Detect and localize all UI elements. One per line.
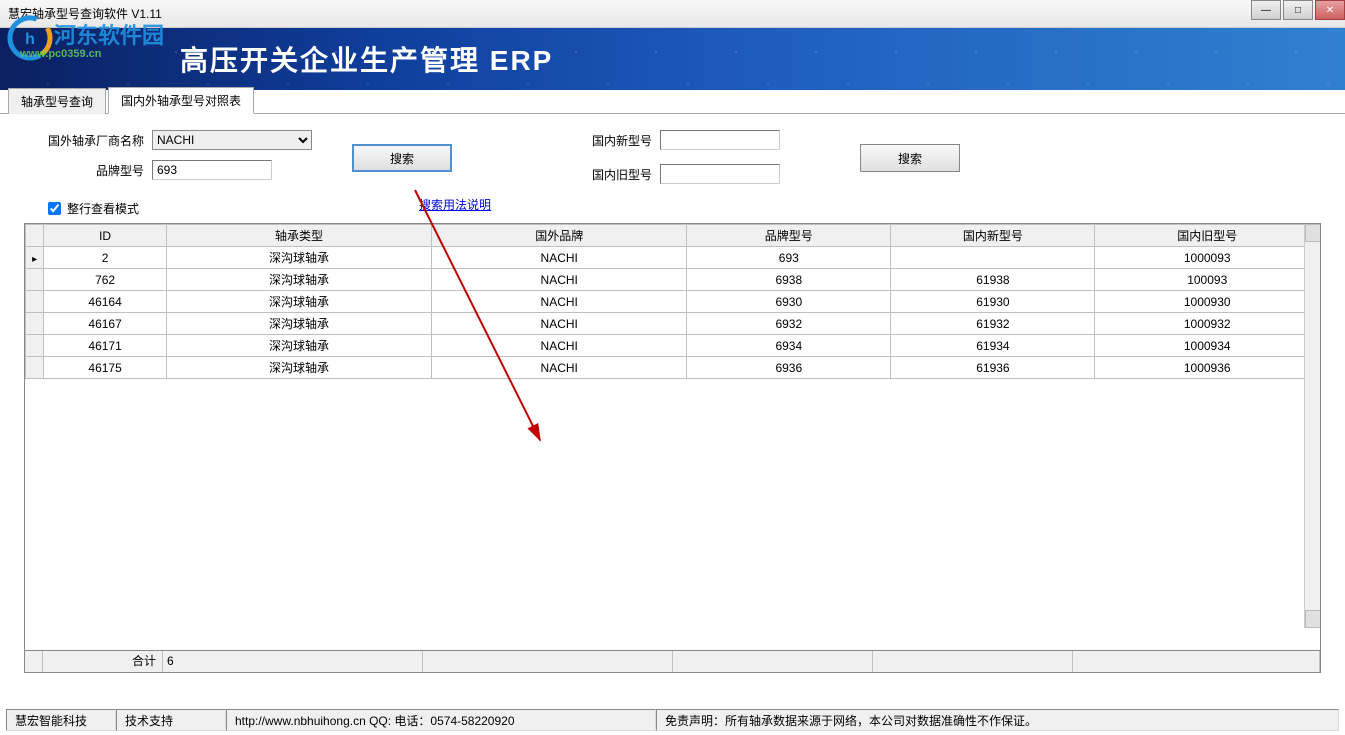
cell-type[interactable]: 深沟球轴承 <box>166 269 431 291</box>
row-indicator <box>26 313 44 335</box>
col-type[interactable]: 轴承类型 <box>166 225 431 247</box>
cell-new[interactable]: 61934 <box>891 335 1095 357</box>
table-row[interactable]: 46171 深沟球轴承 NACHI 6934 61934 1000934 <box>26 335 1320 357</box>
cell-new[interactable]: 61938 <box>891 269 1095 291</box>
cell-model[interactable]: 6930 <box>687 291 891 313</box>
search-form: 国外轴承厂商名称 NACHI 品牌型号 搜索 国内新型号 国内旧型号 <box>24 130 1321 184</box>
cell-model[interactable]: 6934 <box>687 335 891 357</box>
col-model[interactable]: 品牌型号 <box>687 225 891 247</box>
banner: 高压开关企业生产管理 ERP <box>0 28 1345 90</box>
search-button-right[interactable]: 搜索 <box>860 144 960 172</box>
content-area: 国外轴承厂商名称 NACHI 品牌型号 搜索 国内新型号 国内旧型号 <box>0 114 1345 673</box>
cell-brand[interactable]: NACHI <box>432 247 687 269</box>
cell-model[interactable]: 693 <box>687 247 891 269</box>
search-button-left[interactable]: 搜索 <box>352 144 452 172</box>
table-row[interactable]: 46167 深沟球轴承 NACHI 6932 61932 1000932 <box>26 313 1320 335</box>
svg-text:h: h <box>25 31 35 48</box>
maximize-button[interactable]: □ <box>1283 0 1313 20</box>
footer-count: 6 <box>163 651 423 672</box>
cell-brand[interactable]: NACHI <box>432 269 687 291</box>
close-button[interactable]: ✕ <box>1315 0 1345 20</box>
brand-model-label: 品牌型号 <box>24 162 144 179</box>
status-company: 慧宏智能科技 <box>6 709 116 731</box>
table-row[interactable]: 2 深沟球轴承 NACHI 693 1000093 <box>26 247 1320 269</box>
cell-brand[interactable]: NACHI <box>432 313 687 335</box>
data-table[interactable]: ID 轴承类型 国外品牌 品牌型号 国内新型号 国内旧型号 2 深沟球轴承 NA… <box>25 224 1320 379</box>
status-support[interactable]: 技术支持 <box>116 709 226 731</box>
banner-title: 高压开关企业生产管理 ERP <box>180 39 553 79</box>
col-new[interactable]: 国内新型号 <box>891 225 1095 247</box>
cell-new[interactable]: 61930 <box>891 291 1095 313</box>
col-id[interactable]: ID <box>44 225 166 247</box>
table-row[interactable]: 46164 深沟球轴承 NACHI 6930 61930 1000930 <box>26 291 1320 313</box>
cell-id[interactable]: 762 <box>44 269 166 291</box>
cell-id[interactable]: 46175 <box>44 357 166 379</box>
cell-id[interactable]: 2 <box>44 247 166 269</box>
watermark-logo-icon: h <box>6 14 54 62</box>
cell-model[interactable]: 6932 <box>687 313 891 335</box>
status-disclaimer: 免责声明：所有轴承数据来源于网络，本公司对数据准确性不作保证。 <box>656 709 1339 731</box>
domestic-new-input[interactable] <box>660 130 780 150</box>
cell-brand[interactable]: NACHI <box>432 291 687 313</box>
window-controls: — □ ✕ <box>1249 0 1345 20</box>
domestic-old-input[interactable] <box>660 164 780 184</box>
domestic-old-label: 国内旧型号 <box>572 166 652 183</box>
cell-new[interactable]: 61936 <box>891 357 1095 379</box>
manufacturer-select[interactable]: NACHI <box>152 130 312 150</box>
tab-comparison-table[interactable]: 国内外轴承型号对照表 <box>108 87 254 114</box>
cell-type[interactable]: 深沟球轴承 <box>166 247 431 269</box>
cell-old[interactable]: 1000932 <box>1095 313 1320 335</box>
col-old[interactable]: 国内旧型号 <box>1095 225 1320 247</box>
cell-brand[interactable]: NACHI <box>432 335 687 357</box>
search-help-link[interactable]: 搜索用法说明 <box>419 196 491 213</box>
row-header-corner <box>26 225 44 247</box>
col-brand[interactable]: 国外品牌 <box>432 225 687 247</box>
cell-old[interactable]: 1000930 <box>1095 291 1320 313</box>
full-row-view-label: 整行查看模式 <box>67 200 139 217</box>
grid-footer: 合计 6 <box>25 650 1320 672</box>
minimize-button[interactable]: — <box>1251 0 1281 20</box>
titlebar: 慧宏轴承型号查询软件 V1.11 — □ ✕ <box>0 0 1345 28</box>
footer-label: 合计 <box>43 651 163 672</box>
cell-model[interactable]: 6936 <box>687 357 891 379</box>
table-row[interactable]: 762 深沟球轴承 NACHI 6938 61938 100093 <box>26 269 1320 291</box>
cell-brand[interactable]: NACHI <box>432 357 687 379</box>
cell-type[interactable]: 深沟球轴承 <box>166 335 431 357</box>
status-contact: http://www.nbhuihong.cn QQ: 电话：0574-5822… <box>226 709 656 731</box>
data-grid: ID 轴承类型 国外品牌 品牌型号 国内新型号 国内旧型号 2 深沟球轴承 NA… <box>24 223 1321 673</box>
cell-new[interactable] <box>891 247 1095 269</box>
cell-type[interactable]: 深沟球轴承 <box>166 313 431 335</box>
statusbar: 慧宏智能科技 技术支持 http://www.nbhuihong.cn QQ: … <box>6 709 1339 731</box>
tab-bearing-search[interactable]: 轴承型号查询 <box>8 88 106 114</box>
cell-type[interactable]: 深沟球轴承 <box>166 357 431 379</box>
row-indicator <box>26 291 44 313</box>
row-indicator <box>26 335 44 357</box>
vertical-scrollbar[interactable] <box>1304 224 1320 628</box>
cell-old[interactable]: 1000936 <box>1095 357 1320 379</box>
row-indicator <box>26 269 44 291</box>
cell-id[interactable]: 46171 <box>44 335 166 357</box>
cell-model[interactable]: 6938 <box>687 269 891 291</box>
row-indicator <box>26 357 44 379</box>
cell-old[interactable]: 1000934 <box>1095 335 1320 357</box>
manufacturer-label: 国外轴承厂商名称 <box>24 132 144 149</box>
cell-type[interactable]: 深沟球轴承 <box>166 291 431 313</box>
domestic-new-label: 国内新型号 <box>572 132 652 149</box>
tabs: 轴承型号查询 国内外轴承型号对照表 <box>0 90 1345 114</box>
row-indicator <box>26 247 44 269</box>
cell-id[interactable]: 46164 <box>44 291 166 313</box>
table-row[interactable]: 46175 深沟球轴承 NACHI 6936 61936 1000936 <box>26 357 1320 379</box>
cell-old[interactable]: 1000093 <box>1095 247 1320 269</box>
cell-new[interactable]: 61932 <box>891 313 1095 335</box>
cell-id[interactable]: 46167 <box>44 313 166 335</box>
full-row-view-checkbox[interactable] <box>48 202 61 215</box>
brand-model-input[interactable] <box>152 160 272 180</box>
cell-old[interactable]: 100093 <box>1095 269 1320 291</box>
